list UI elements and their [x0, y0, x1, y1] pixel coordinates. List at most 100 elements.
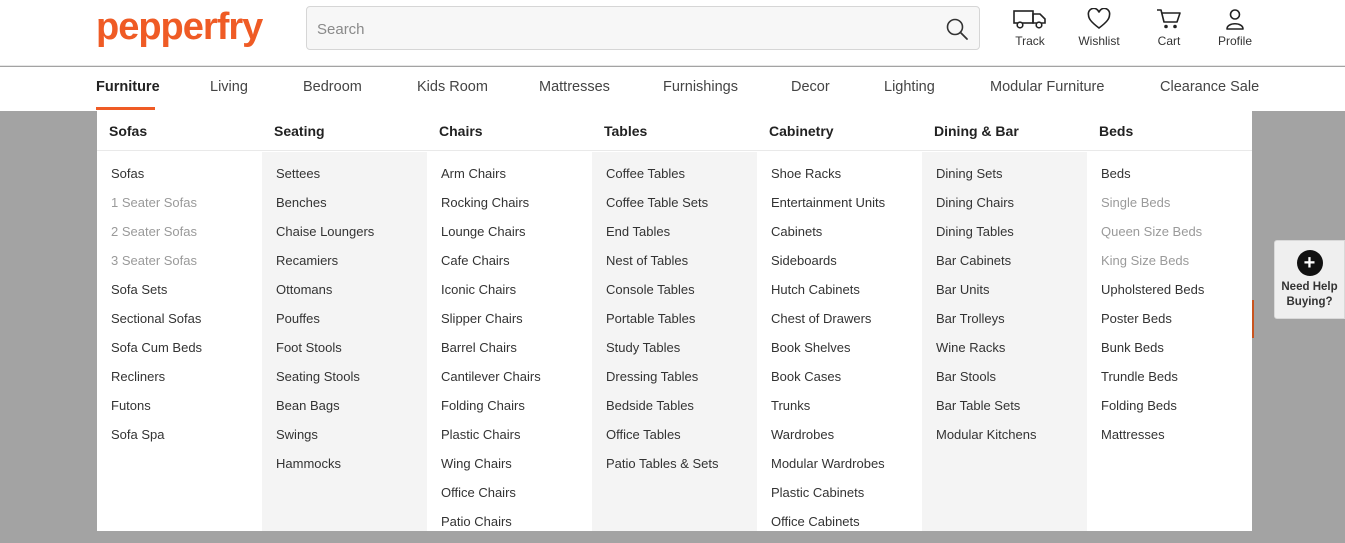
menu-item[interactable]: Trundle Beds — [1101, 369, 1252, 398]
menu-item[interactable]: Recliners — [111, 369, 262, 398]
menu-item[interactable]: Patio Tables & Sets — [606, 456, 757, 485]
menu-item[interactable]: Bar Cabinets — [936, 253, 1087, 282]
track-button[interactable]: Track — [1000, 8, 1060, 48]
menu-item[interactable]: Cafe Chairs — [441, 253, 592, 282]
column-title-dining-bar[interactable]: Dining & Bar — [934, 123, 1019, 139]
menu-item[interactable]: Bar Table Sets — [936, 398, 1087, 427]
menu-item[interactable]: Settees — [276, 166, 427, 195]
nav-clearance-sale[interactable]: Clearance Sale — [1160, 79, 1259, 95]
menu-item[interactable]: Lounge Chairs — [441, 224, 592, 253]
nav-furniture[interactable]: Furniture — [96, 79, 160, 95]
nav-living[interactable]: Living — [210, 79, 248, 95]
menu-item[interactable]: Recamiers — [276, 253, 427, 282]
menu-item[interactable]: Nest of Tables — [606, 253, 757, 282]
menu-item[interactable]: Plastic Cabinets — [771, 485, 922, 514]
menu-item[interactable]: Ottomans — [276, 282, 427, 311]
menu-item[interactable]: Hutch Cabinets — [771, 282, 922, 311]
cart-button[interactable]: Cart — [1139, 8, 1199, 48]
menu-item[interactable]: Modular Wardrobes — [771, 456, 922, 485]
menu-item[interactable]: Trunks — [771, 398, 922, 427]
nav-bedroom[interactable]: Bedroom — [303, 79, 362, 95]
menu-item[interactable]: Foot Stools — [276, 340, 427, 369]
nav-mattresses[interactable]: Mattresses — [539, 79, 610, 95]
menu-item[interactable]: Hammocks — [276, 456, 427, 485]
menu-item[interactable]: Wing Chairs — [441, 456, 592, 485]
menu-item[interactable]: Wardrobes — [771, 427, 922, 456]
menu-item[interactable]: Futons — [111, 398, 262, 427]
menu-item[interactable]: Office Tables — [606, 427, 757, 456]
nav-furnishings[interactable]: Furnishings — [663, 79, 738, 95]
menu-item[interactable]: Bar Trolleys — [936, 311, 1087, 340]
column-title-cabinetry[interactable]: Cabinetry — [769, 123, 834, 139]
menu-item[interactable]: Folding Chairs — [441, 398, 592, 427]
menu-item[interactable]: Bedside Tables — [606, 398, 757, 427]
menu-item[interactable]: Bean Bags — [276, 398, 427, 427]
menu-item[interactable]: Dining Sets — [936, 166, 1087, 195]
need-help-buying-button[interactable]: + Need Help Buying? — [1274, 240, 1345, 319]
column-title-sofas[interactable]: Sofas — [109, 123, 147, 139]
menu-item[interactable]: Sofa Cum Beds — [111, 340, 262, 369]
menu-item[interactable]: Mattresses — [1101, 427, 1252, 456]
menu-item[interactable]: Console Tables — [606, 282, 757, 311]
wishlist-button[interactable]: Wishlist — [1069, 8, 1129, 48]
menu-item[interactable]: Single Beds — [1101, 195, 1252, 224]
menu-item[interactable]: Patio Chairs — [441, 514, 592, 543]
menu-item[interactable]: Office Chairs — [441, 485, 592, 514]
column-title-chairs[interactable]: Chairs — [439, 123, 483, 139]
menu-item[interactable]: Book Shelves — [771, 340, 922, 369]
nav-kids-room[interactable]: Kids Room — [417, 79, 488, 95]
nav-modular-furniture[interactable]: Modular Furniture — [990, 79, 1104, 95]
menu-item[interactable]: Sectional Sofas — [111, 311, 262, 340]
menu-item[interactable]: Barrel Chairs — [441, 340, 592, 369]
menu-item[interactable]: Arm Chairs — [441, 166, 592, 195]
menu-item[interactable]: Folding Beds — [1101, 398, 1252, 427]
menu-item[interactable]: Bunk Beds — [1101, 340, 1252, 369]
menu-item[interactable]: Beds — [1101, 166, 1252, 195]
menu-item[interactable]: Portable Tables — [606, 311, 757, 340]
menu-item[interactable]: Office Cabinets — [771, 514, 922, 543]
menu-item[interactable]: Pouffes — [276, 311, 427, 340]
menu-item[interactable]: Study Tables — [606, 340, 757, 369]
menu-item[interactable]: Book Cases — [771, 369, 922, 398]
menu-item[interactable]: Sofas — [111, 166, 262, 195]
menu-item[interactable]: Sofa Spa — [111, 427, 262, 456]
menu-item[interactable]: Rocking Chairs — [441, 195, 592, 224]
menu-item[interactable]: Queen Size Beds — [1101, 224, 1252, 253]
menu-item[interactable]: Shoe Racks — [771, 166, 922, 195]
menu-item[interactable]: King Size Beds — [1101, 253, 1252, 282]
menu-item[interactable]: Coffee Tables — [606, 166, 757, 195]
menu-item[interactable]: 2 Seater Sofas — [111, 224, 262, 253]
menu-item[interactable]: Modular Kitchens — [936, 427, 1087, 456]
menu-item[interactable]: Chest of Drawers — [771, 311, 922, 340]
menu-item[interactable]: Coffee Table Sets — [606, 195, 757, 224]
menu-item[interactable]: Benches — [276, 195, 427, 224]
nav-lighting[interactable]: Lighting — [884, 79, 935, 95]
menu-item[interactable]: Dining Tables — [936, 224, 1087, 253]
search-icon[interactable] — [945, 17, 969, 41]
menu-item[interactable]: 1 Seater Sofas — [111, 195, 262, 224]
menu-item[interactable]: End Tables — [606, 224, 757, 253]
menu-item[interactable]: Poster Beds — [1101, 311, 1252, 340]
menu-item[interactable]: Cabinets — [771, 224, 922, 253]
menu-item[interactable]: 3 Seater Sofas — [111, 253, 262, 282]
column-title-tables[interactable]: Tables — [604, 123, 647, 139]
search-input[interactable] — [317, 18, 917, 40]
menu-item[interactable]: Upholstered Beds — [1101, 282, 1252, 311]
menu-item[interactable]: Chaise Loungers — [276, 224, 427, 253]
column-title-seating[interactable]: Seating — [274, 123, 325, 139]
menu-item[interactable]: Cantilever Chairs — [441, 369, 592, 398]
pepperfry-logo[interactable]: pepperfry — [96, 6, 263, 49]
nav-decor[interactable]: Decor — [791, 79, 830, 95]
menu-item[interactable]: Bar Units — [936, 282, 1087, 311]
menu-item[interactable]: Swings — [276, 427, 427, 456]
menu-item[interactable]: Sideboards — [771, 253, 922, 282]
menu-item[interactable]: Bar Stools — [936, 369, 1087, 398]
menu-item[interactable]: Dining Chairs — [936, 195, 1087, 224]
menu-item[interactable]: Wine Racks — [936, 340, 1087, 369]
menu-item[interactable]: Seating Stools — [276, 369, 427, 398]
menu-item[interactable]: Iconic Chairs — [441, 282, 592, 311]
profile-button[interactable]: Profile — [1205, 8, 1265, 48]
menu-item[interactable]: Dressing Tables — [606, 369, 757, 398]
menu-item[interactable]: Slipper Chairs — [441, 311, 592, 340]
menu-item[interactable]: Entertainment Units — [771, 195, 922, 224]
